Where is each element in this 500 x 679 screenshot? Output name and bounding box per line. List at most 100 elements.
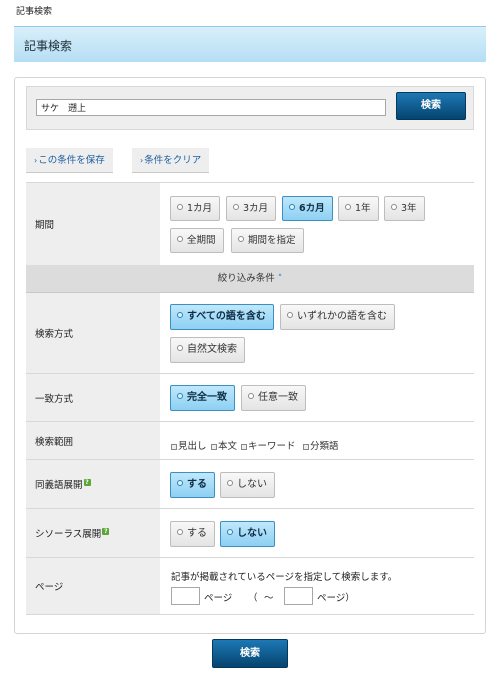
radio-icon (345, 204, 351, 210)
radio-icon (227, 480, 233, 486)
scope-keyword-checkbox[interactable]: キーワード (241, 438, 296, 452)
page-title-bar: 記事検索 (14, 26, 486, 62)
scope-option-label: 分類語 (310, 441, 339, 452)
search-box: 検索 (26, 86, 474, 130)
page-open-paren: （ (248, 593, 258, 604)
breadcrumb: 記事検索 (16, 7, 53, 17)
synonym-option-label: しない (237, 479, 267, 490)
match-method-exact[interactable]: 完全一致 (170, 385, 235, 411)
period-option-3m[interactable]: 3カ月 (226, 196, 277, 221)
page-to-input[interactable] (284, 587, 313, 605)
thesaurus-option-label: しない (237, 528, 267, 539)
narrow-conditions-toggle[interactable]: 絞り込み条件 ˄ (26, 265, 474, 293)
page-from-input[interactable] (171, 587, 200, 605)
search-input[interactable] (36, 99, 386, 116)
checkbox-icon (211, 444, 217, 450)
scope-headline-checkbox[interactable]: 見出し (171, 438, 207, 452)
period-option-label: 6カ月 (299, 203, 325, 214)
page-label: ページ (35, 582, 64, 593)
period-row: 期間 1カ月 3カ月 6カ月 1年 3年 全期間 期間を指定 (26, 183, 474, 266)
radio-icon (289, 204, 295, 210)
condition-table: 期間 1カ月 3カ月 6カ月 1年 3年 全期間 期間を指定 (26, 182, 474, 266)
match-method-option-label: 任意一致 (258, 392, 298, 403)
search-method-natural[interactable]: 自然文検索 (170, 337, 245, 363)
radio-icon (248, 393, 254, 399)
save-condition-link[interactable]: ›この条件を保存 (26, 148, 113, 173)
synonym-label: 同義語展開 (35, 480, 83, 491)
chevron-right-icon: › (34, 156, 38, 165)
radio-icon (177, 529, 183, 535)
period-option-6m[interactable]: 6カ月 (282, 196, 333, 221)
chevron-right-icon: › (140, 156, 144, 165)
scope-row: 検索範囲 見出し 本文 キーワード 分類語 (26, 422, 474, 460)
search-method-option-label: 自然文検索 (187, 344, 237, 355)
thesaurus-label: シソーラス展開 (35, 529, 102, 540)
scope-option-label: 見出し (178, 441, 207, 452)
radio-icon (177, 312, 183, 318)
synonym-on[interactable]: する (170, 472, 215, 498)
radio-icon (238, 236, 244, 242)
filter-table: 検索方式 すべての語を含む いずれかの語を含む 自然文検索 一致方式 完全一致 … (26, 293, 474, 615)
scope-category-checkbox[interactable]: 分類語 (303, 438, 339, 452)
thesaurus-row: シソーラス展開? する しない (26, 509, 474, 558)
synonym-row: 同義語展開? する しない (26, 460, 474, 509)
radio-icon (287, 312, 293, 318)
period-option-custom[interactable]: 期間を指定 (231, 228, 304, 253)
help-icon[interactable]: ? (83, 479, 91, 486)
scope-option-label: 本文 (218, 441, 238, 452)
clear-condition-label: 条件をクリア (144, 155, 202, 166)
match-method-label: 一致方式 (35, 393, 74, 405)
period-option-label: 1カ月 (187, 203, 213, 214)
search-button[interactable]: 検索 (396, 92, 466, 120)
thesaurus-off[interactable]: しない (220, 521, 275, 547)
bottom-search-button[interactable]: 検索 (212, 639, 288, 668)
page-instruction: 記事が掲載されているページを指定して検索します。 (171, 572, 398, 583)
radio-icon (177, 204, 183, 210)
match-method-row: 一致方式 完全一致 任意一致 (26, 374, 474, 422)
radio-icon (391, 204, 397, 210)
help-icon[interactable]: ? (102, 528, 110, 535)
period-option-3y[interactable]: 3年 (384, 196, 425, 221)
synonym-off[interactable]: しない (220, 472, 275, 498)
radio-icon (177, 345, 183, 351)
thesaurus-on[interactable]: する (170, 521, 215, 547)
search-method-label: 検索方式 (35, 329, 74, 340)
checkbox-icon (171, 444, 177, 450)
radio-icon (177, 393, 183, 399)
search-method-any-word[interactable]: いずれかの語を含む (280, 304, 395, 330)
search-method-row: 検索方式 すべての語を含む いずれかの語を含む 自然文検索 (26, 293, 474, 374)
search-method-option-label: いずれかの語を含む (297, 311, 387, 322)
page-from-unit: ページ (204, 593, 233, 604)
page-tilde: ～ (264, 593, 274, 604)
match-method-option-label: 完全一致 (187, 392, 227, 403)
period-option-label: 3年 (401, 203, 417, 214)
narrow-conditions-label: 絞り込み条件 (217, 273, 275, 284)
period-label: 期間 (35, 220, 55, 231)
period-option-label: 1年 (355, 203, 371, 214)
save-condition-label: この条件を保存 (38, 155, 105, 166)
scope-label: 検索範囲 (35, 436, 74, 448)
page-row: ページ 記事が掲載されているページを指定して検索します。 ページ （ ～ ページ… (26, 558, 474, 615)
page-to-unit: ページ） (317, 593, 355, 604)
period-option-label: 3カ月 (243, 203, 269, 214)
scope-body-checkbox[interactable]: 本文 (211, 438, 237, 452)
chevron-up-icon: ˄ (277, 274, 283, 284)
page-title: 記事検索 (24, 39, 73, 53)
checkbox-icon (303, 444, 309, 450)
period-option-1y[interactable]: 1年 (338, 196, 379, 221)
scope-option-label: キーワード (248, 441, 296, 452)
checkbox-icon (241, 444, 247, 450)
search-method-option-label: すべての語を含む (187, 311, 266, 322)
period-option-all[interactable]: 全期間 (170, 228, 224, 253)
period-option-label: 全期間 (187, 235, 216, 246)
thesaurus-option-label: する (187, 528, 207, 539)
period-option-label: 期間を指定 (248, 235, 296, 246)
period-option-1m[interactable]: 1カ月 (170, 196, 221, 221)
clear-condition-link[interactable]: ›条件をクリア (132, 148, 210, 173)
synonym-option-label: する (187, 479, 207, 490)
radio-icon (233, 204, 239, 210)
radio-icon (177, 480, 183, 486)
match-method-partial[interactable]: 任意一致 (241, 385, 306, 411)
search-panel: 検索 ›この条件を保存 ›条件をクリア 期間 1カ月 3カ月 6カ月 1年 3年… (14, 77, 486, 634)
search-method-all-words[interactable]: すべての語を含む (170, 304, 274, 330)
